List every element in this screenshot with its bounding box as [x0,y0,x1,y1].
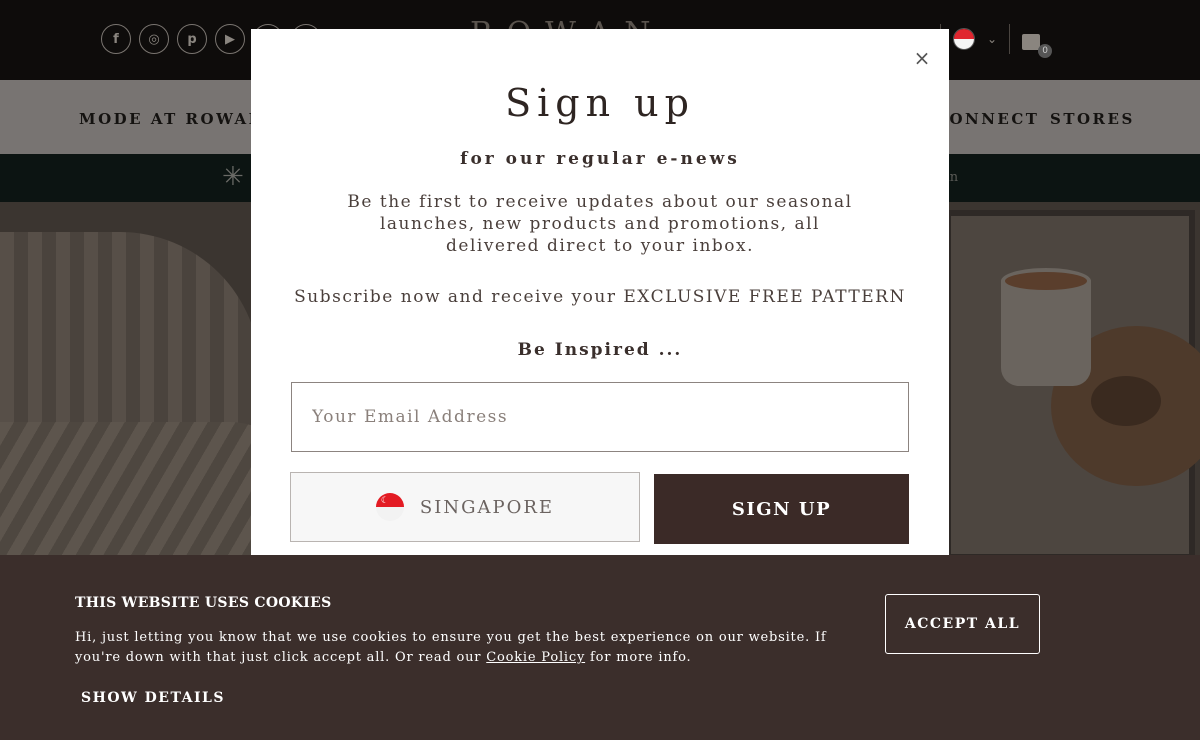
instagram-icon[interactable]: ◎ [139,24,169,54]
modal-offer: Subscribe now and receive your EXCLUSIVE… [294,287,906,307]
divider [1009,24,1011,54]
accept-all-button[interactable]: ACCEPT ALL [885,594,1040,654]
snowflake-icon: ✳ [222,162,244,192]
cookie-policy-link[interactable]: Cookie Policy [486,650,585,665]
country-flag-icon[interactable] [953,28,975,50]
youtube-icon[interactable]: ▶ [215,24,245,54]
cookie-text: Hi, just letting you know that we use co… [75,628,855,668]
chevron-down-icon[interactable]: ⌄ [987,32,997,46]
modal-tagline: Be Inspired ... [517,340,683,360]
cookie-text-after: for more info. [585,650,692,665]
header-tools: ⌄ 0 [940,22,1053,58]
modal-subtitle: for our regular e-news [460,149,740,169]
signup-modal: × Sign up for our regular e-news Be the … [251,29,949,555]
nav-item-connect[interactable]: CONNECT [935,110,1039,128]
singapore-flag-icon: ☾ [375,493,404,521]
coffee-image [1001,268,1091,294]
email-field[interactable] [291,382,909,452]
country-label: SINGAPORE [419,496,555,518]
show-details-button[interactable]: SHOW DETAILS [81,690,225,706]
facebook-icon[interactable]: f [101,24,131,54]
pine-cone-image [1091,376,1161,426]
cookie-text-before: Hi, just letting you know that we use co… [75,630,827,665]
pinterest-icon[interactable]: p [177,24,207,54]
cookie-title: THIS WEBSITE USES COOKIES [75,595,332,611]
cookie-banner: THIS WEBSITE USES COOKIES Hi, just letti… [0,555,1200,740]
cart-count-badge: 0 [1038,44,1053,58]
nav-item-made-at-rowan[interactable]: MODE AT ROWAN [79,110,265,128]
modal-title: Sign up [505,81,695,125]
sign-up-button[interactable]: SIGN UP [654,474,909,544]
nav-item-stores[interactable]: STORES [1050,110,1135,128]
country-select[interactable]: ☾ SINGAPORE [290,472,640,542]
product-photo [945,210,1200,560]
cart-icon[interactable]: 0 [1022,28,1053,58]
close-icon[interactable]: × [912,48,932,68]
modal-description: Be the first to receive updates about ou… [347,192,853,256]
